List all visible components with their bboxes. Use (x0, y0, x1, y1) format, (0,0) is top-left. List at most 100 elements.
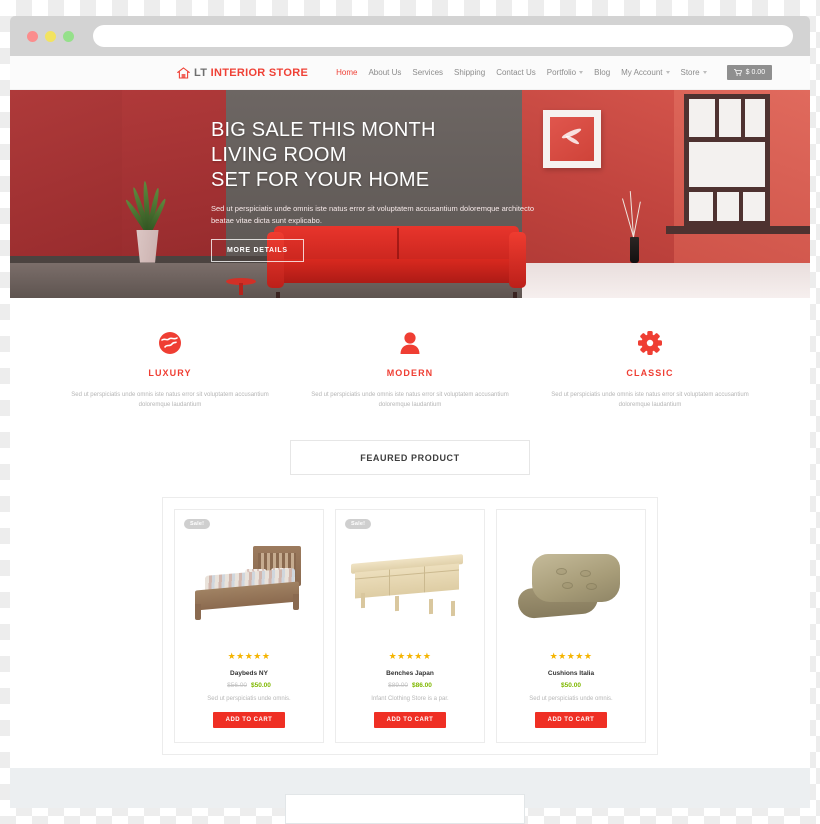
side-table-stem (239, 283, 243, 295)
sideboard-seam (424, 566, 425, 593)
home-icon (177, 66, 190, 79)
product-price: $89.00 $86.00 (344, 682, 476, 689)
product-name: Cushions Italia (547, 670, 595, 677)
nav-label: Services (412, 68, 444, 77)
add-to-cart-button[interactable]: ADD TO CART (212, 712, 286, 728)
hero-title-line-3: SET FOR YOUR HOME (211, 169, 430, 191)
cushion-tuft (556, 568, 567, 575)
price-original: $56.00 (227, 682, 247, 689)
product-grid: Sale! ★★★★★ Daybeds NY $56.00 $50.00 Sed … (162, 497, 658, 755)
featured-product-heading-wrap: FEAURED PRODUCT (10, 436, 810, 497)
hero-title: BIG SALE THIS MONTH LIVING ROOM SET FOR … (211, 118, 551, 193)
window-mullion (714, 99, 719, 137)
sideboard-seam (389, 569, 390, 596)
feature-description: Sed ut perspiciatis unde omnis iste natu… (311, 392, 509, 408)
globe-icon (68, 330, 272, 356)
close-window-button[interactable] (27, 30, 38, 42)
window-mullion (738, 192, 743, 221)
sideboard-drawer-line (355, 569, 459, 580)
more-details-button[interactable]: MORE DETAILS (211, 239, 304, 262)
product-image-cushions[interactable] (505, 525, 637, 643)
product-description: Sed ut perspiciatis unde omnis. (207, 696, 291, 702)
sofa-leg (513, 292, 517, 298)
hero-banner: BIG SALE THIS MONTH LIVING ROOM SET FOR … (10, 90, 810, 298)
nav-item-services[interactable]: Services (412, 68, 443, 77)
site-logo[interactable]: LT INTERIOR STORE (177, 67, 308, 79)
hero-subtitle: Sed ut perspiciatis unde omnis iste natu… (211, 204, 535, 225)
rating-stars: ★★★★★ (227, 651, 271, 661)
minimize-window-button[interactable] (45, 30, 56, 42)
chevron-down-icon (665, 71, 670, 74)
sideboard-leg (429, 598, 433, 615)
window-mullion (712, 192, 717, 221)
product-name: Daybeds NY (230, 670, 268, 677)
cart-button[interactable]: $ 0.00 (726, 65, 773, 80)
nav-label: Portfolio (546, 68, 577, 77)
browser-chrome (10, 16, 810, 56)
nav-item-portfolio[interactable]: Portfolio (546, 68, 584, 77)
cushion-tuft (580, 570, 591, 577)
nav-item-store[interactable]: Store (681, 68, 707, 77)
nav-label: Contact Us (496, 68, 536, 77)
feature-title: CLASSIC (626, 368, 674, 378)
feature-title: MODERN (386, 368, 434, 378)
floor-vase (621, 190, 641, 263)
product-price: $56.00 $50.00 (183, 682, 315, 689)
features-section: LUXURY Sed ut perspiciatis unde omnis is… (10, 298, 810, 436)
page-viewport: LT INTERIOR STORE Home About Us Services… (10, 56, 810, 808)
site-header: LT INTERIOR STORE Home About Us Services… (10, 56, 810, 90)
bed-leg (195, 604, 201, 620)
cart-amount: $ 0.00 (745, 69, 766, 76)
sofa-seat (278, 259, 515, 283)
price-sale: $50.00 (251, 682, 271, 689)
sideboard-leg (361, 592, 365, 609)
cushion-tuft (586, 583, 597, 590)
gear-icon (548, 330, 752, 356)
address-bar[interactable] (93, 25, 793, 47)
product-card[interactable]: ★★★★★ Cushions Italia $50.00 Sed ut pers… (496, 509, 646, 743)
cushion-top (532, 554, 620, 602)
logo-text-lt: LT (194, 66, 208, 79)
main-navigation: Home About Us Services Shipping Contact … (336, 65, 773, 80)
add-to-cart-button[interactable]: ADD TO CART (534, 712, 608, 728)
feature-luxury: LUXURY Sed ut perspiciatis unde omnis is… (50, 330, 290, 410)
price-sale: $86.00 (412, 682, 432, 689)
nav-label: Shipping (454, 68, 486, 77)
chevron-down-icon (579, 71, 584, 74)
hero-title-line-2: LIVING ROOM (211, 144, 347, 166)
window-controls (27, 30, 74, 42)
logo-text-store: INTERIOR STORE (210, 66, 309, 79)
cushion-tuft (562, 582, 573, 589)
nav-label: About Us (368, 68, 402, 77)
nav-item-contact-us[interactable]: Contact Us (496, 68, 536, 77)
feature-modern: MODERN Sed ut perspiciatis unde omnis is… (290, 330, 530, 410)
window-mullion (688, 187, 765, 192)
window-mullion (740, 99, 745, 137)
product-description: Infant Clothing Store is a par. (371, 696, 449, 702)
product-name: Benches Japan (386, 670, 434, 677)
nav-label: Store (680, 68, 700, 77)
nav-item-about-us[interactable]: About Us (368, 68, 401, 77)
sideboard-leg (451, 600, 455, 617)
feature-title: LUXURY (148, 368, 192, 378)
window-sill (666, 226, 810, 234)
nav-item-my-account[interactable]: My Account (621, 68, 670, 77)
maximize-window-button[interactable] (63, 30, 74, 42)
sideboard-leg (395, 595, 399, 612)
add-to-cart-button[interactable]: ADD TO CART (373, 712, 447, 728)
product-image-sideboard[interactable] (344, 525, 476, 643)
product-image-bed[interactable] (183, 525, 315, 643)
nav-label: Blog (594, 68, 611, 77)
shopping-cart-icon (733, 69, 742, 76)
nav-label: My Account (621, 68, 663, 77)
product-card[interactable]: Sale! ★★★★★ Benches Japan $89.00 $86.00 … (335, 509, 485, 743)
nav-item-shipping[interactable]: Shipping (454, 68, 485, 77)
product-description: Sed ut perspiciatis unde omnis. (529, 696, 613, 702)
sale-badge: Sale! (184, 519, 211, 529)
product-card[interactable]: Sale! ★★★★★ Daybeds NY $56.00 $50.00 Sed … (174, 509, 324, 743)
user-icon (308, 330, 512, 356)
nav-item-home[interactable]: Home (336, 68, 357, 77)
nav-label: Home (336, 68, 358, 77)
feature-description: Sed ut perspiciatis unde omnis iste natu… (551, 392, 749, 408)
nav-item-blog[interactable]: Blog (594, 68, 610, 77)
